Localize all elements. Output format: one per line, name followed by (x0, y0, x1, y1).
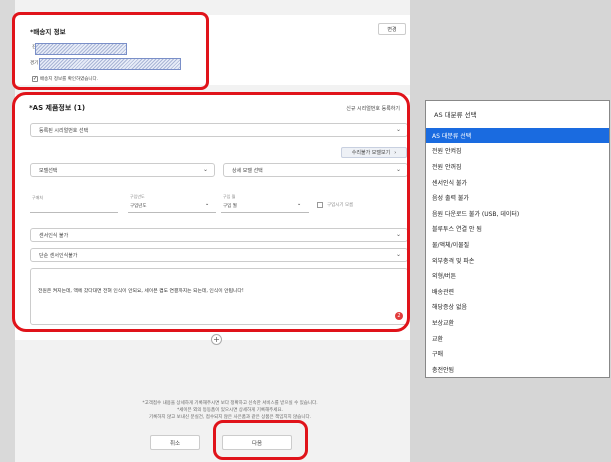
dropdown-option[interactable]: 외부충격 및 파손 (426, 253, 609, 268)
highlight-shipping (12, 12, 209, 90)
dropdown-option[interactable]: 블루투스 연결 안 됨 (426, 222, 609, 237)
shipping-change-button[interactable]: 변경 (378, 23, 406, 35)
dropdown-option[interactable]: 전원 안꺼짐 (426, 159, 609, 174)
dropdown-option[interactable]: 음원 다운로드 불가 (USB, 데이터) (426, 206, 609, 221)
dropdown-option[interactable]: 센서인식 불가 (426, 175, 609, 190)
dropdown-option[interactable]: 해당증상 없음 (426, 300, 609, 315)
dropdown-option[interactable]: 구매 (426, 346, 609, 361)
notice-text: *고객접수 내용을 상세하게 기록해주시면 보다 정확하고 신속한 서비스를 받… (95, 400, 365, 421)
dropdown-option[interactable]: 물/액체/이물질 (426, 237, 609, 252)
dropdown-option[interactable]: 교환 (426, 331, 609, 346)
dropdown-option[interactable]: 배송관련 (426, 284, 609, 299)
dropdown-header: AS 대분류 선택 (434, 111, 477, 119)
add-product-button[interactable]: + (211, 334, 222, 345)
cancel-button[interactable]: 취소 (150, 435, 200, 450)
as-category-dropdown[interactable]: AS 대분류 선택 AS 대분류 선택 전원 안켜짐 전원 안꺼짐 센서인식 불가 음성… (425, 100, 610, 378)
dropdown-option[interactable]: 충전안됨 (426, 362, 609, 377)
dropdown-option[interactable]: AS 대분류 선택 (426, 128, 609, 143)
notice-line-1: *고객접수 내용을 상세하게 기록해주시면 보다 정확하고 신속한 서비스를 받… (142, 401, 318, 406)
notice-line-2: *세이븐 외의 등동품이 있으시면 상세하게 기록해주세요. (176, 408, 284, 413)
dropdown-option[interactable]: 음성 출력 불가 (426, 190, 609, 205)
dropdown-option[interactable]: 전원 안켜짐 (426, 144, 609, 159)
highlight-next-button (213, 420, 308, 460)
dropdown-option[interactable]: 보상교환 (426, 315, 609, 330)
dropdown-option[interactable]: 외형/버튼 (426, 268, 609, 283)
highlight-product (12, 92, 410, 332)
